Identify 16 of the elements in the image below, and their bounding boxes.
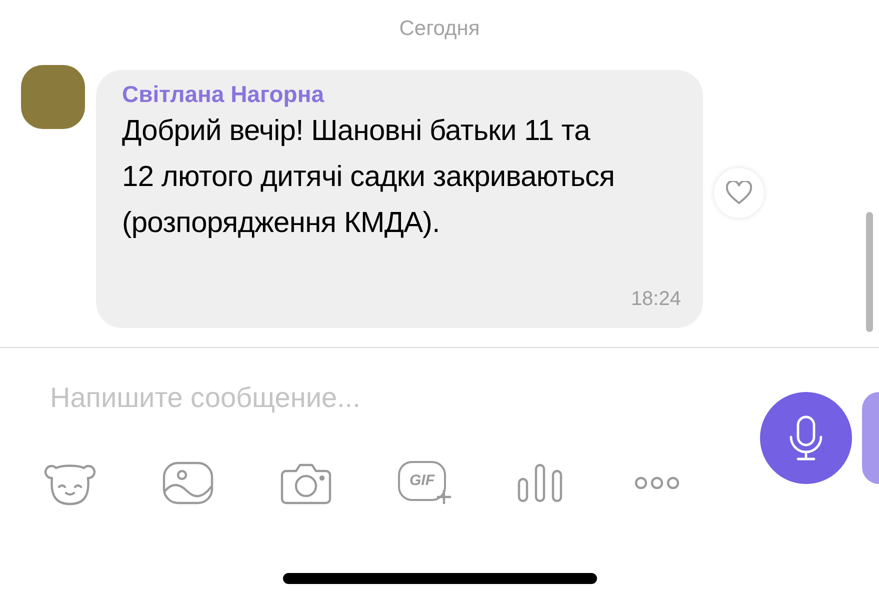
camera-icon [280, 461, 332, 505]
more-icon [634, 476, 680, 490]
gif-button[interactable]: GIF [398, 458, 516, 508]
image-icon [162, 461, 214, 505]
bar-chart-icon [516, 463, 564, 503]
message-input-field[interactable]: Напишите сообщение... [50, 378, 650, 418]
date-divider: Сегодня [399, 16, 480, 42]
message-bubble[interactable]: Світлана Нагорна Добрий вечір! Шановні батьки 11 та 12 лютого дитячі садки закриваються (розпорядження КМДА). 18:24 [96, 70, 703, 328]
plus-icon [436, 489, 452, 505]
heart-icon [726, 181, 752, 205]
message-time: 18:24 [630, 287, 681, 312]
like-button[interactable] [714, 168, 764, 218]
avatar-photo-placeholder[interactable] [21, 65, 85, 129]
partial-button[interactable] [862, 392, 879, 484]
sender-name[interactable]: Світлана Нагорна [122, 80, 681, 108]
message-text: Добрий вечір! Шановні батьки 11 та 12 лютого дитячі садки закриваються (розпорядження КМДА). [122, 114, 616, 241]
